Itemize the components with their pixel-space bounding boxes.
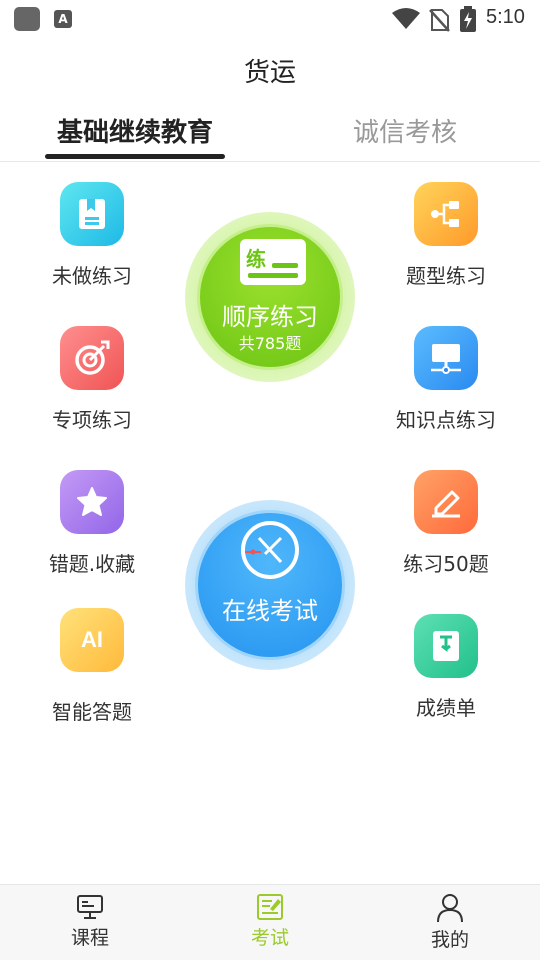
report-card-label: 成绩单 — [416, 696, 476, 720]
practice-50-button[interactable]: 练习50题 — [376, 470, 516, 577]
sequential-practice-button[interactable]: 练 顺序练习 共785题 — [185, 212, 355, 382]
keyboard-a-icon: A — [54, 10, 72, 28]
question-type-practice-label: 题型练习 — [406, 264, 486, 288]
star-icon — [60, 470, 124, 534]
online-exam-core: 在线考试 — [195, 510, 345, 660]
monitor-network-icon — [414, 326, 478, 390]
report-card-button[interactable]: 成绩单 — [376, 614, 516, 721]
page-title: 货运 — [243, 58, 296, 88]
practice-card-char: 练 — [246, 247, 266, 271]
tab-integrity-exam[interactable]: 诚信考核 — [305, 112, 505, 149]
no-sim-icon — [429, 9, 450, 32]
practice-card-bar — [248, 273, 298, 278]
undone-practice-button[interactable]: 未做练习 — [22, 182, 162, 289]
practice-card-icon: 练 — [240, 239, 306, 285]
nav-exam-label: 考试 — [250, 927, 289, 949]
app-notification-icon — [14, 7, 40, 31]
practice-50-label: 练习50题 — [403, 552, 489, 576]
question-type-practice-button[interactable]: 题型练习 — [376, 182, 516, 289]
ai-badge-text: AI — [81, 627, 103, 652]
knowledge-point-practice-label: 知识点练习 — [396, 408, 496, 432]
ai-answer-button[interactable]: AI 智能答题 — [22, 608, 162, 725]
person-icon — [437, 894, 463, 923]
online-exam-button[interactable]: 在线考试 — [185, 500, 355, 670]
clock-time: 5:10 — [486, 6, 525, 28]
status-bar: A 5:10 — [0, 0, 540, 38]
special-practice-button[interactable]: 专项练习 — [22, 326, 162, 433]
stopwatch-icon — [241, 521, 299, 579]
wrong-favorites-label: 错题.收藏 — [48, 552, 136, 576]
sequential-practice-title: 顺序练习 — [222, 303, 318, 331]
flowchart-icon — [414, 182, 478, 246]
nav-exam[interactable]: 考试 — [180, 885, 360, 960]
sequential-practice-count: 共785题 — [238, 334, 302, 353]
online-exam-title: 在线考试 — [222, 597, 318, 625]
exam-paper-icon — [257, 894, 283, 920]
bottom-navigation: 课程 考试 我的 — [0, 884, 540, 960]
knowledge-point-practice-button[interactable]: 知识点练习 — [376, 326, 516, 433]
monitor-icon — [77, 895, 103, 919]
practice-card-bar — [272, 263, 298, 268]
special-practice-label: 专项练习 — [52, 408, 132, 432]
wifi-icon — [392, 8, 420, 29]
bookmark-doc-icon — [414, 614, 478, 678]
nav-courses[interactable]: 课程 — [0, 885, 180, 960]
sequential-practice-core: 练 顺序练习 共785题 — [197, 224, 343, 370]
notebook-icon — [60, 182, 124, 246]
ai-answer-label: 智能答题 — [52, 700, 132, 724]
nav-mine[interactable]: 我的 — [360, 885, 540, 960]
nav-courses-label: 课程 — [70, 927, 109, 949]
tab-bar: 基础继续教育 诚信考核 — [0, 104, 540, 162]
pen-edit-icon — [414, 470, 478, 534]
wrong-favorites-button[interactable]: 错题.收藏 — [22, 470, 162, 577]
nav-mine-label: 我的 — [430, 929, 469, 951]
active-tab-indicator — [45, 154, 225, 159]
tab-basic-education[interactable]: 基础继续教育 — [35, 112, 235, 149]
ai-icon: AI — [60, 608, 124, 672]
undone-practice-label: 未做练习 — [52, 264, 132, 288]
target-icon — [60, 326, 124, 390]
battery-charging-icon — [460, 6, 476, 32]
